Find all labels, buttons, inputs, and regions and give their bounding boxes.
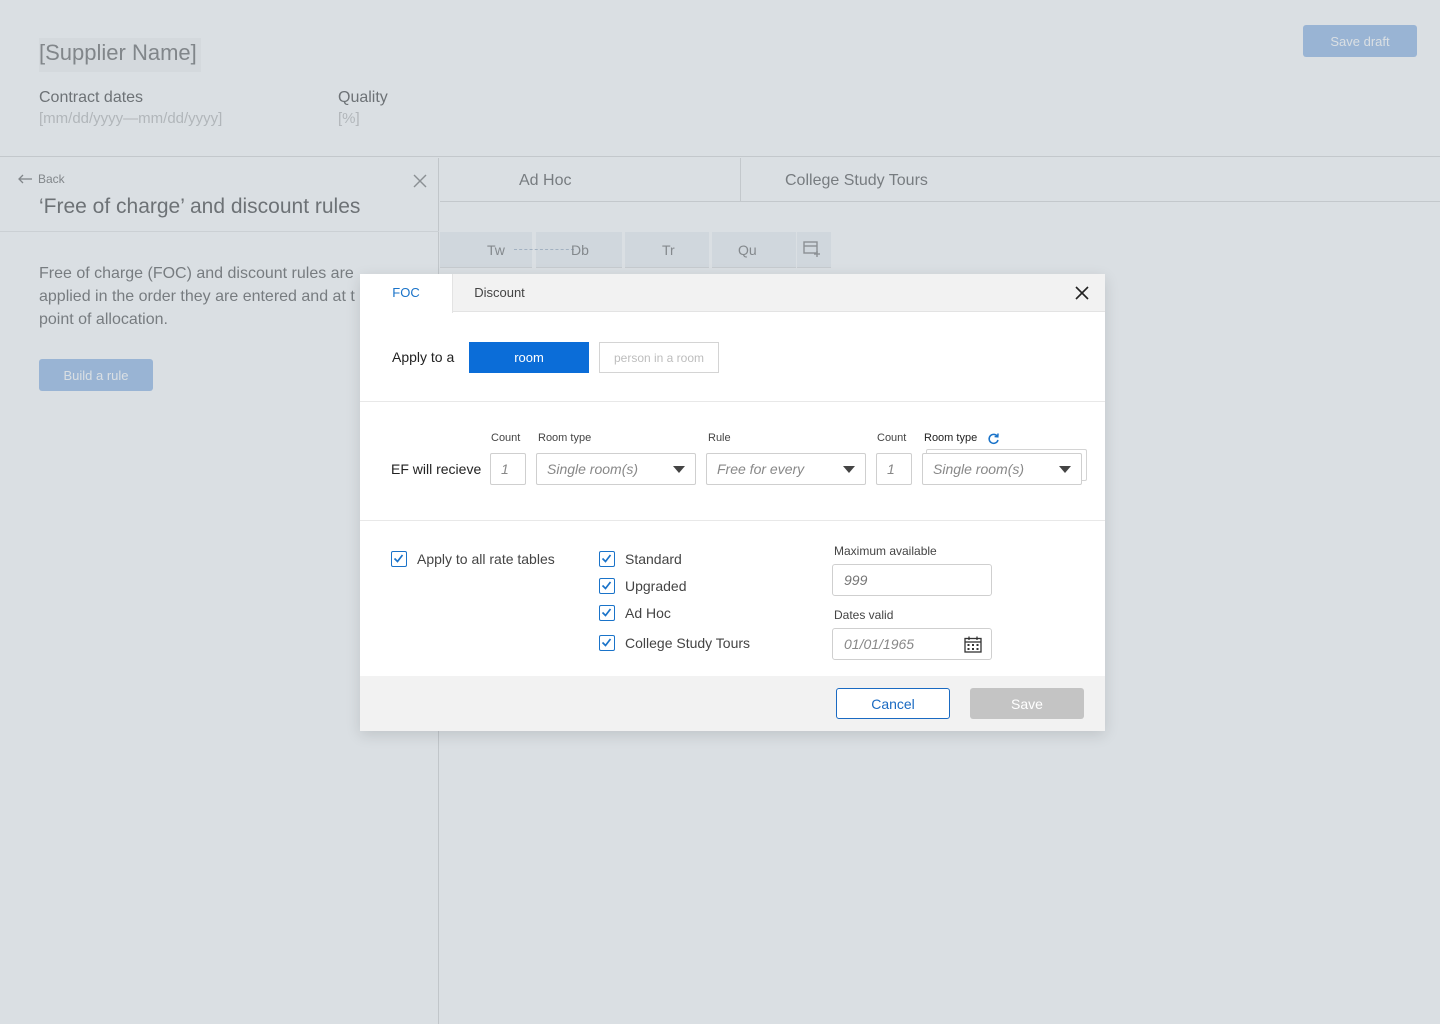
upgraded-checkbox[interactable] xyxy=(599,578,615,594)
room-type-value: Single room(s) xyxy=(547,461,639,477)
apply-to-label: Apply to a xyxy=(392,349,455,365)
close-icon[interactable] xyxy=(1074,285,1090,301)
room-type-value: Single room(s) xyxy=(933,461,1025,477)
max-available-label: Maximum available xyxy=(834,544,937,558)
rate-tables-section: Apply to all rate tables Standard Upgrad… xyxy=(360,522,1105,676)
checkmark-icon xyxy=(393,554,404,563)
rule-label: Rule xyxy=(708,432,731,444)
chevron-down-icon xyxy=(843,466,855,473)
room-type-select[interactable]: Single room(s) xyxy=(536,453,696,485)
room-type-select[interactable]: Single room(s) xyxy=(922,453,1082,485)
modal-tabs: FOC Discount xyxy=(360,274,1105,313)
standard-checkbox[interactable] xyxy=(599,551,615,567)
apply-person-button[interactable]: person in a room xyxy=(599,342,719,373)
room-type-label: Room type xyxy=(924,432,978,444)
apply-all-label: Apply to all rate tables xyxy=(417,551,555,567)
calendar-icon[interactable] xyxy=(964,636,982,653)
ad-hoc-label: Ad Hoc xyxy=(625,605,671,621)
count-label: Count xyxy=(877,432,907,444)
tab-foc[interactable]: FOC xyxy=(360,274,453,313)
ef-receive-label: EF will recieve xyxy=(391,461,482,477)
foc-rule-modal: FOC Discount Apply to a room person in a… xyxy=(360,274,1105,731)
cancel-button[interactable]: Cancel xyxy=(836,688,950,719)
dates-valid-label: Dates valid xyxy=(834,608,894,622)
upgraded-label: Upgraded xyxy=(625,578,687,594)
room-type-label: Room type xyxy=(538,432,592,444)
checkmark-icon xyxy=(601,554,612,563)
rule-select[interactable]: Free for every xyxy=(706,453,866,485)
tab-discount[interactable]: Discount xyxy=(453,274,546,312)
rule-value: Free for every xyxy=(717,461,805,477)
college-study-tours-checkbox[interactable] xyxy=(599,635,615,651)
dates-valid-placeholder: 01/01/1965 xyxy=(844,636,915,652)
count-label: Count xyxy=(491,432,521,444)
count-input[interactable]: 1 xyxy=(490,453,526,485)
apply-room-button[interactable]: room xyxy=(469,342,589,373)
apply-to-section: Apply to a room person in a room xyxy=(360,312,1105,402)
save-button[interactable]: Save xyxy=(970,688,1084,719)
ad-hoc-checkbox[interactable] xyxy=(599,605,615,621)
dates-valid-input[interactable]: 01/01/1965 xyxy=(832,628,992,660)
refresh-icon[interactable] xyxy=(987,432,1000,445)
standard-label: Standard xyxy=(625,551,682,567)
checkmark-icon xyxy=(601,608,612,617)
count-input[interactable]: 1 xyxy=(876,453,912,485)
checkmark-icon xyxy=(601,638,612,647)
rule-builder-section: EF will recieve Count 1 Room type Single… xyxy=(360,403,1105,521)
modal-footer: Cancel Save xyxy=(360,676,1105,731)
chevron-down-icon xyxy=(673,466,685,473)
apply-all-checkbox[interactable] xyxy=(391,551,407,567)
chevron-down-icon xyxy=(1059,466,1071,473)
max-available-input[interactable] xyxy=(832,564,992,596)
checkmark-icon xyxy=(601,581,612,590)
college-study-tours-label: College Study Tours xyxy=(625,635,751,651)
